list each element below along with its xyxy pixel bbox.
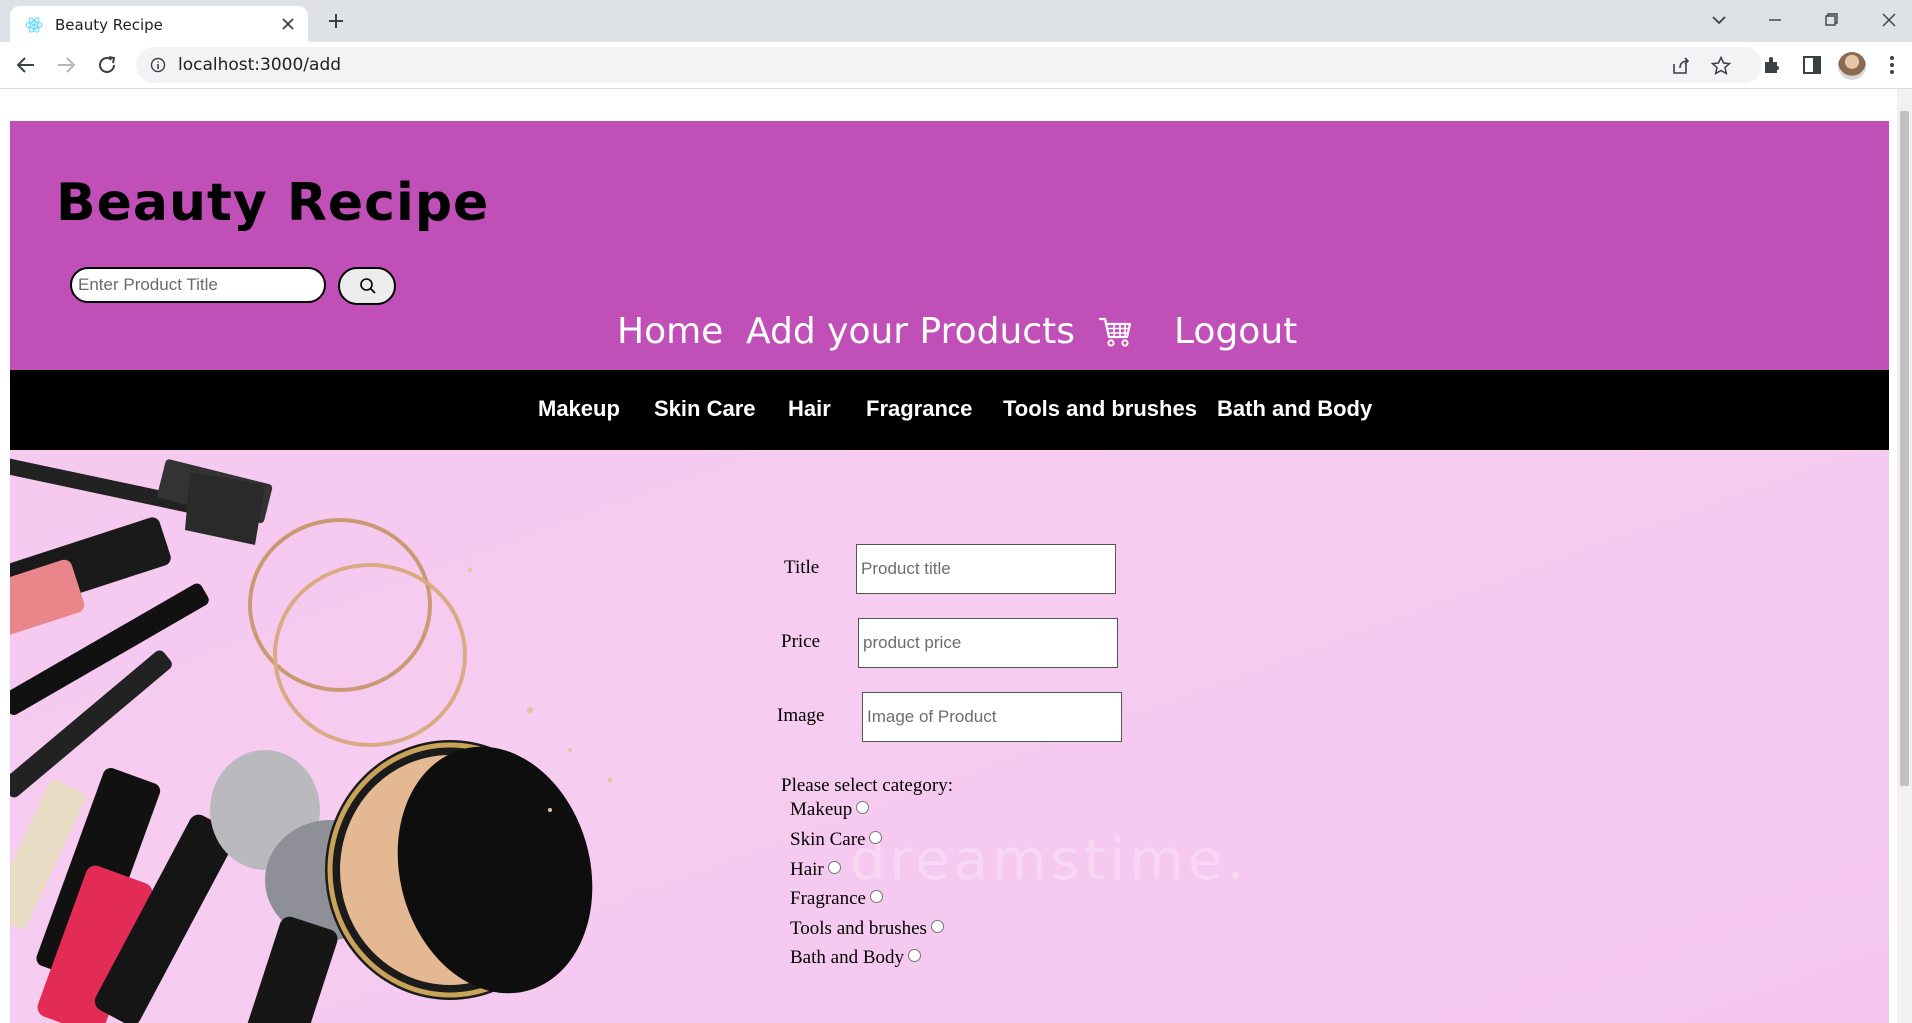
- minimize-icon[interactable]: [1762, 8, 1788, 32]
- category-option-label: Hair: [790, 859, 824, 880]
- nav-home[interactable]: Home: [617, 311, 723, 352]
- category-option-fragrance[interactable]: Fragrance: [790, 888, 883, 910]
- tab-search-icon[interactable]: [1706, 8, 1732, 32]
- search-icon: [360, 278, 376, 294]
- bookmark-star-icon[interactable]: [1710, 55, 1732, 77]
- category-option-skin-care[interactable]: Skin Care: [790, 829, 883, 851]
- hair-radio[interactable]: [827, 861, 841, 874]
- category-option-hair[interactable]: Hair: [790, 859, 841, 881]
- category-link-skin-care[interactable]: Skin Care: [654, 396, 756, 422]
- category-prompt: Please select category:: [781, 775, 953, 796]
- skin-care-radio[interactable]: [869, 831, 883, 844]
- tools-and-brushes-radio[interactable]: [930, 920, 944, 933]
- react-icon: [25, 17, 43, 33]
- image-label: Image: [777, 705, 825, 726]
- url-text[interactable]: localhost:3000/add: [178, 55, 341, 75]
- reload-icon[interactable]: [95, 53, 119, 77]
- category-option-makeup[interactable]: Makeup: [790, 799, 870, 821]
- tab-title: Beauty Recipe: [55, 16, 163, 34]
- nav-logout[interactable]: Logout: [1174, 311, 1297, 352]
- price-input[interactable]: [858, 618, 1118, 668]
- more-menu-icon[interactable]: [1880, 53, 1904, 77]
- cosmetics-background-image: [10, 454, 613, 1023]
- category-link-makeup[interactable]: Makeup: [538, 396, 620, 422]
- category-option-label: Skin Care: [790, 829, 866, 850]
- category-option-tools-and-brushes[interactable]: Tools and brushes: [790, 918, 944, 940]
- close-tab-icon[interactable]: [280, 16, 296, 32]
- category-option-label: Makeup: [790, 799, 853, 820]
- title-label: Title: [784, 557, 820, 578]
- makeup-radio[interactable]: [856, 801, 870, 814]
- nav-add-products[interactable]: Add your Products: [746, 311, 1075, 352]
- forward-icon[interactable]: [54, 53, 78, 77]
- site-info-icon[interactable]: [150, 57, 166, 73]
- bath-and-body-radio[interactable]: [908, 949, 921, 962]
- side-panel-icon[interactable]: [1800, 53, 1824, 77]
- search-button[interactable]: [338, 267, 396, 305]
- fragrance-radio[interactable]: [869, 890, 883, 903]
- title-input[interactable]: [856, 544, 1116, 594]
- browser-tabstrip: Beauty Recipe: [0, 0, 1912, 42]
- page-scrollbar[interactable]: [1897, 89, 1912, 1023]
- address-bar[interactable]: localhost:3000/add: [136, 47, 1762, 83]
- new-tab-icon[interactable]: [326, 11, 346, 31]
- category-link-tools-and-brushes[interactable]: Tools and brushes: [1003, 396, 1197, 422]
- site-header: Beauty Recipe Home Add your Products Log…: [10, 121, 1889, 370]
- price-label: Price: [781, 631, 821, 652]
- top-nav: Home Add your Products Logout: [10, 311, 1889, 361]
- extensions-icon[interactable]: [1760, 53, 1784, 77]
- image-input[interactable]: [862, 692, 1122, 742]
- watermark: dreamstime.: [850, 828, 1249, 893]
- browser-tab[interactable]: Beauty Recipe: [10, 6, 308, 42]
- close-window-icon[interactable]: [1876, 8, 1902, 32]
- scrollbar-thumb[interactable]: [1900, 111, 1909, 786]
- add-product-section: dreamstime. Title Price Image Please sel…: [10, 450, 1889, 1023]
- category-option-label: Tools and brushes: [790, 918, 927, 939]
- category-option-bath-and-body[interactable]: Bath and Body: [790, 947, 921, 969]
- back-icon[interactable]: [14, 53, 38, 77]
- category-option-label: Bath and Body: [790, 947, 904, 968]
- search-input[interactable]: [70, 267, 326, 303]
- profile-avatar[interactable]: [1838, 52, 1866, 80]
- browser-toolbar: localhost:3000/add: [0, 42, 1912, 89]
- category-option-label: Fragrance: [790, 888, 866, 909]
- category-bar: Makeup Skin Care Hair Fragrance Tools an…: [10, 370, 1889, 450]
- brand-title: Beauty Recipe: [56, 173, 490, 233]
- category-link-fragrance[interactable]: Fragrance: [866, 396, 972, 422]
- category-link-bath-and-body[interactable]: Bath and Body: [1217, 396, 1372, 422]
- category-link-hair[interactable]: Hair: [788, 396, 831, 422]
- cart-icon[interactable]: [1097, 315, 1133, 349]
- page-viewport: Beauty Recipe Home Add your Products Log…: [0, 89, 1912, 1023]
- share-icon[interactable]: [1670, 55, 1692, 77]
- restore-icon[interactable]: [1818, 8, 1844, 32]
